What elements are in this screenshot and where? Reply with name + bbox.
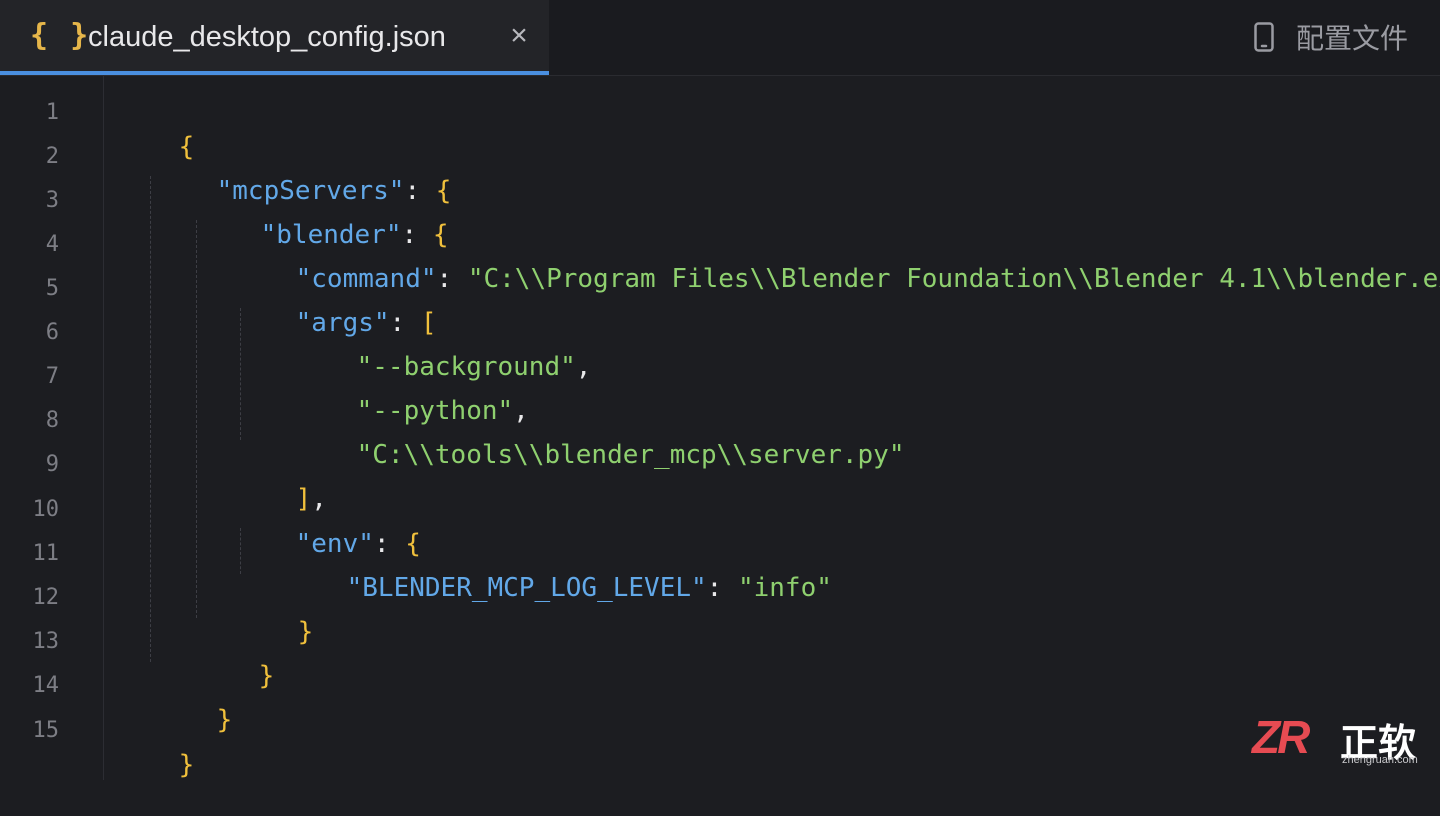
code-line-4: "command": "C:\\Program Files\\Blender F… — [233, 228, 1440, 294]
json-string-value: "C:\\tools\\blender_mcp\\server.py" — [356, 440, 905, 470]
code-line-6: "--background", — [294, 316, 592, 382]
json-string-value: "C:\\Program Files\\Blender Foundation\\… — [467, 264, 1440, 294]
code-line-13: } — [196, 625, 275, 691]
config-file-button[interactable]: 配置文件 — [1254, 17, 1408, 57]
line-number: 15 — [32, 718, 60, 743]
watermark-url: zhengruan.com — [1342, 754, 1418, 766]
line-number: 2 — [45, 144, 59, 169]
code-line-15: } — [116, 714, 195, 780]
code-line-10: "env": { — [233, 493, 421, 559]
tab-bar: { } claude_desktop_config.json × 配置文件 — [0, 0, 1440, 76]
line-number: 8 — [45, 408, 59, 433]
line-number-gutter: 1 2 3 4 5 6 7 8 9 10 11 12 13 14 15 — [0, 76, 104, 780]
code-line-8: "C:\\tools\\blender_mcp\\server.py" — [294, 404, 905, 470]
separator: : — [706, 573, 738, 603]
tab-title: claude_desktop_config.json — [88, 21, 446, 53]
code-line-14: } — [154, 669, 233, 735]
line-number: 13 — [32, 629, 60, 654]
line-number: 4 — [45, 232, 59, 257]
code-line-9: ], — [233, 448, 327, 514]
tab-claude-desktop-config[interactable]: { } claude_desktop_config.json × — [0, 0, 549, 75]
phone-icon — [1254, 22, 1274, 52]
watermark-logo-letters: ZR — [1252, 711, 1310, 763]
line-number: 9 — [45, 452, 59, 477]
code-line-1: { — [116, 96, 195, 162]
code-line-5: "args": [ — [233, 272, 437, 338]
close-icon[interactable]: × — [505, 20, 533, 52]
line-number: 7 — [45, 364, 59, 389]
close-brace: } — [258, 661, 275, 691]
config-file-label: 配置文件 — [1295, 23, 1408, 54]
code-line-7: "--python", — [294, 360, 529, 426]
watermark-logo: ZR 正软 zhengruan.com — [1252, 710, 1432, 772]
code-line-3: "blender": { — [198, 184, 449, 250]
curly-braces-icon: { } — [30, 18, 91, 53]
indent-guide — [150, 176, 151, 662]
close-brace: } — [216, 705, 233, 735]
line-number: 12 — [32, 585, 60, 610]
separator: : — [436, 264, 468, 294]
line-number: 14 — [32, 673, 60, 698]
code-editor[interactable]: 1 2 3 4 5 6 7 8 9 10 11 12 13 14 15 { "m… — [0, 76, 1440, 780]
json-string-value: "info" — [737, 573, 832, 603]
indent-guide — [196, 220, 197, 618]
line-number: 11 — [32, 541, 60, 566]
json-key: "BLENDER_MCP_LOG_LEVEL" — [346, 573, 707, 603]
code-line-11: "BLENDER_MCP_LOG_LEVEL": "info" — [284, 537, 832, 603]
line-number: 3 — [45, 188, 59, 213]
line-number: 5 — [45, 276, 59, 301]
close-brace: } — [178, 750, 195, 780]
line-number: 1 — [45, 100, 59, 125]
comma: , — [575, 352, 592, 382]
code-line-2: "mcpServers": { — [154, 140, 452, 206]
close-brace: } — [297, 617, 314, 647]
code-line-12: } — [235, 581, 314, 647]
line-number: 10 — [32, 497, 60, 522]
line-number: 6 — [45, 320, 59, 345]
